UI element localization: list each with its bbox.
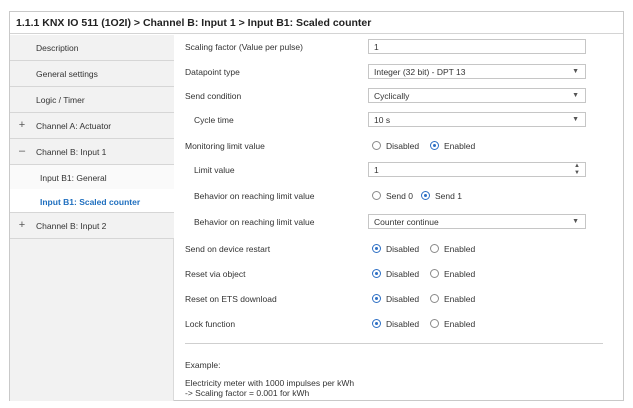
send-on-restart-label: Send on device restart <box>185 244 271 254</box>
scaling-factor-label: Scaling factor (Value per pulse) <box>185 42 303 52</box>
scaling-factor-value: 1 <box>374 42 379 52</box>
spinner-arrows-icon[interactable]: ▲ ▼ <box>574 163 580 176</box>
radio-circle-icon <box>421 191 430 200</box>
radio-label: Enabled <box>444 269 476 279</box>
radio-circle-icon <box>372 244 381 253</box>
sidebar-item-input-b1-scaled-counter[interactable]: Input B1: Scaled counter <box>10 189 174 213</box>
breadcrumb: 1.1.1 KNX IO 511 (1O2I) > Channel B: Inp… <box>16 17 372 29</box>
title-bar: 1.1.1 KNX IO 511 (1O2I) > Channel B: Inp… <box>10 12 623 34</box>
lock-function-label: Lock function <box>185 319 236 329</box>
radio-label: Send 1 <box>435 191 462 201</box>
sidebar-item-description[interactable]: Description <box>10 35 174 61</box>
radio-label: Enabled <box>444 244 476 254</box>
divider <box>185 343 603 344</box>
datapoint-type-select[interactable]: Integer (32 bit) - DPT 13 ▼ <box>368 64 586 79</box>
sidebar-item-channel-a-actuator[interactable]: + Channel A: Actuator <box>10 113 174 139</box>
expand-icon[interactable]: + <box>18 219 26 231</box>
behavior-limit-counter-select[interactable]: Counter continue ▼ <box>368 214 586 229</box>
cycle-time-label: Cycle time <box>194 115 234 125</box>
sidebar-item-logic-timer[interactable]: Logic / Timer <box>10 87 174 113</box>
radio-circle-icon <box>372 141 381 150</box>
radio-circle-icon <box>372 319 381 328</box>
radio-label: Disabled <box>386 141 420 151</box>
sidebar: Description General settings Logic / Tim… <box>10 35 174 401</box>
sidebar-item-label: Logic / Timer <box>36 95 85 105</box>
example-line-2: -> Scaling factor = 0.001 for kWh <box>185 388 310 398</box>
limit-value-label: Limit value <box>194 165 235 175</box>
reset-via-object-label: Reset via object <box>185 269 246 279</box>
sidebar-item-label: Channel B: Input 2 <box>36 221 107 231</box>
send-condition-label: Send condition <box>185 91 242 101</box>
radio-label: Enabled <box>444 294 476 304</box>
radio-circle-icon <box>372 269 381 278</box>
radio-label: Enabled <box>444 319 476 329</box>
cycle-time-value: 10 s <box>374 115 391 125</box>
scaling-factor-input[interactable]: 1 <box>368 39 586 54</box>
limit-value-spinbox[interactable]: 1 ▲ ▼ <box>368 162 586 177</box>
datapoint-type-value: Integer (32 bit) - DPT 13 <box>374 67 466 77</box>
chevron-down-icon: ▼ <box>572 218 579 225</box>
chevron-down-icon: ▼ <box>572 116 579 123</box>
radio-circle-icon <box>430 141 439 150</box>
sidebar-item-general-settings[interactable]: General settings <box>10 61 174 87</box>
radio-label: Disabled <box>386 269 420 279</box>
parameter-window: 1.1.1 KNX IO 511 (1O2I) > Channel B: Inp… <box>9 11 624 401</box>
send-condition-value: Cyclically <box>374 91 410 101</box>
radio-label: Enabled <box>444 141 476 151</box>
behavior-limit-counter-label: Behavior on reaching limit value <box>194 217 315 227</box>
collapse-icon[interactable]: – <box>18 145 26 157</box>
sidebar-item-channel-b-input-2[interactable]: + Channel B: Input 2 <box>10 213 174 239</box>
sidebar-item-label: Description <box>36 43 79 53</box>
example-heading: Example: <box>185 360 221 370</box>
datapoint-type-label: Datapoint type <box>185 67 240 77</box>
reset-on-ets-label: Reset on ETS download <box>185 294 277 304</box>
cycle-time-select[interactable]: 10 s ▼ <box>368 112 586 127</box>
radio-circle-icon <box>430 269 439 278</box>
sidebar-item-label: Input B1: Scaled counter <box>40 197 141 207</box>
sidebar-item-label: Channel A: Actuator <box>36 121 112 131</box>
chevron-down-icon: ▼ <box>572 92 579 99</box>
parameter-panel: Scaling factor (Value per pulse) 1 Datap… <box>175 35 623 401</box>
monitoring-limit-label: Monitoring limit value <box>185 141 265 151</box>
behavior-limit-send-label: Behavior on reaching limit value <box>194 191 315 201</box>
radio-label: Disabled <box>386 319 420 329</box>
sidebar-item-label: Input B1: General <box>40 173 107 183</box>
send-condition-select[interactable]: Cyclically ▼ <box>368 88 586 103</box>
radio-circle-icon <box>372 191 381 200</box>
radio-circle-icon <box>372 294 381 303</box>
expand-icon[interactable]: + <box>18 119 26 131</box>
radio-label: Disabled <box>386 244 420 254</box>
radio-circle-icon <box>430 244 439 253</box>
chevron-down-icon: ▼ <box>572 68 579 75</box>
sidebar-item-label: Channel B: Input 1 <box>36 147 107 157</box>
radio-circle-icon <box>430 319 439 328</box>
sidebar-item-label: General settings <box>36 69 98 79</box>
sidebar-item-input-b1-general[interactable]: Input B1: General <box>10 165 174 189</box>
radio-label: Disabled <box>386 294 420 304</box>
example-line-1: Electricity meter with 1000 impulses per… <box>185 378 355 388</box>
radio-circle-icon <box>430 294 439 303</box>
behavior-limit-counter-value: Counter continue <box>374 217 439 227</box>
limit-value-value: 1 <box>374 165 379 175</box>
radio-label: Send 0 <box>386 191 413 201</box>
sidebar-item-channel-b-input-1[interactable]: – Channel B: Input 1 <box>10 139 174 165</box>
